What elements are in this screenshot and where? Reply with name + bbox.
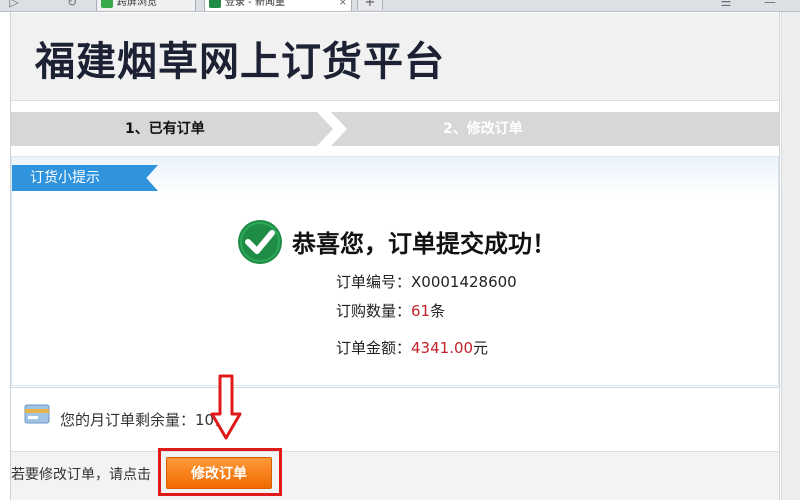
tip-tag: 订货小提示: [12, 165, 158, 191]
tab-favicon-icon: [209, 0, 221, 8]
refresh-icon[interactable]: ↻: [62, 0, 82, 10]
amount-row: 订单金额：4341.00元: [336, 337, 488, 358]
site-title: 福建烟草网上订货平台: [35, 39, 445, 85]
order-number-row: 订单编号：X0001428600: [336, 271, 517, 292]
order-steps: 1、已有订单 2、修改订单: [11, 112, 779, 146]
new-tab-button[interactable]: +: [357, 0, 383, 10]
vertical-scrollbar[interactable]: [781, 12, 800, 500]
section-divider: [11, 387, 779, 388]
remaining-label: 您的月订单剩余量：: [60, 411, 196, 429]
browser-toolbar: ▷ ↻ 跨屏浏览 登录 - 新闻量 × + ☰ —: [0, 0, 800, 12]
amount-unit: 元: [473, 339, 489, 357]
tab-login[interactable]: 登录 - 新闻量 ×: [204, 0, 352, 11]
modify-hint: 若要修改订单，请点击: [11, 467, 151, 483]
check-circle-icon: [238, 220, 282, 264]
forward-icon[interactable]: ▷: [4, 0, 24, 10]
site-header: 福建烟草网上订货平台: [11, 13, 779, 101]
tab-label: 跨屏浏览: [117, 0, 157, 8]
modify-order-button[interactable]: 修改订单: [166, 457, 272, 489]
quantity-value: 61: [411, 302, 431, 320]
quantity-label: 订购数量：: [336, 302, 412, 320]
tab-label: 登录 - 新闻量: [225, 0, 285, 8]
step-existing-order: 1、已有订单: [125, 121, 205, 137]
amount-label: 订单金额：: [336, 339, 412, 357]
order-number-value: X0001428600: [411, 273, 517, 291]
tab-cross-screen[interactable]: 跨屏浏览: [96, 0, 196, 11]
monthly-remaining: 您的月订单剩余量：10条: [60, 409, 229, 430]
quantity-row: 订购数量：61条: [336, 300, 445, 321]
card-icon: [24, 404, 50, 424]
minimize-icon[interactable]: —: [760, 0, 780, 10]
step-modify-order: 2、修改订单: [443, 121, 523, 137]
tab-favicon-icon: [101, 0, 113, 8]
down-arrow-icon: [210, 374, 242, 440]
quantity-unit: 条: [430, 302, 446, 320]
step-chevron-icon: [317, 112, 347, 146]
amount-value: 4341.00: [411, 339, 474, 357]
order-number-label: 订单编号：: [336, 273, 412, 291]
success-message: 恭喜您，订单提交成功！: [292, 229, 556, 258]
menu-icon[interactable]: ☰: [716, 0, 736, 10]
panel-header: 订货小提示: [12, 157, 778, 195]
close-icon[interactable]: ×: [339, 0, 347, 9]
